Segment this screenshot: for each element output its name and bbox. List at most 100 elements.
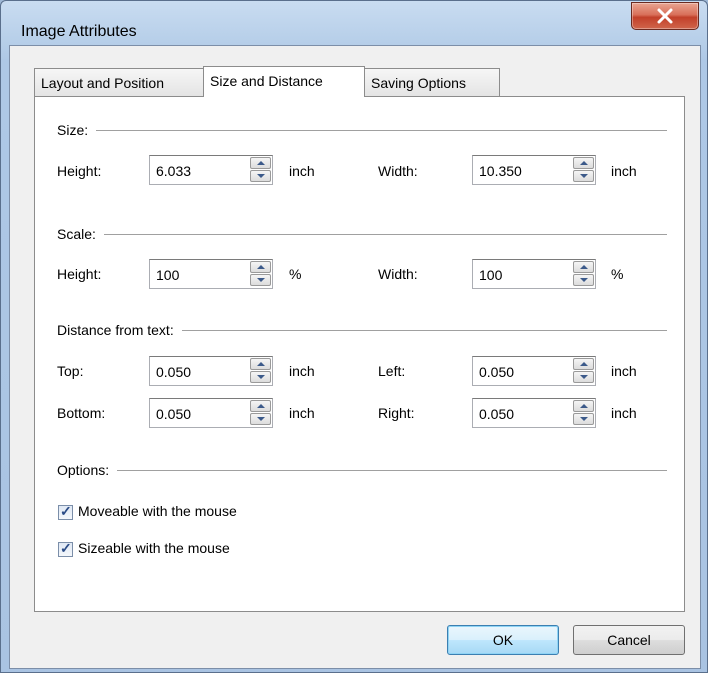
spin-down-icon [257,278,265,282]
distance-right-label: Right: [378,405,415,421]
scale-width-spinner[interactable]: 100 [472,259,596,289]
spin-down-button[interactable] [250,371,271,383]
scale-height-unit: % [289,266,302,282]
tab-layout-and-position[interactable]: Layout and Position [34,68,204,96]
distance-bottom-value[interactable]: 0.050 [156,406,191,422]
spin-buttons [250,157,271,183]
tab-label: Saving Options [371,75,466,91]
spin-up-icon [580,161,588,165]
spin-down-icon [580,278,588,282]
spin-down-button[interactable] [573,371,594,383]
size-width-unit: inch [611,163,637,179]
size-height-unit: inch [289,163,315,179]
distance-top-spinner[interactable]: 0.050 [149,356,273,386]
spin-up-icon [257,362,265,366]
ok-button[interactable]: OK [447,625,559,655]
distance-top-unit: inch [289,363,315,379]
spin-down-icon [580,375,588,379]
spin-up-icon [580,404,588,408]
scale-height-label: Height: [57,266,102,282]
tab-size-and-distance[interactable]: Size and Distance [203,66,365,97]
moveable-label[interactable]: Moveable with the mouse [78,503,237,519]
size-height-value[interactable]: 6.033 [156,163,191,179]
distance-top-label: Top: [57,363,84,379]
spin-up-button[interactable] [573,358,594,370]
spin-down-icon [257,174,265,178]
scale-width-label: Width: [378,266,418,282]
distance-right-unit: inch [611,405,637,421]
dialog-client-area: Layout and Position Size and Distance Sa… [9,45,701,669]
spin-buttons [250,358,271,384]
spin-buttons [573,261,594,287]
spin-up-button[interactable] [250,400,271,412]
spin-up-button[interactable] [573,261,594,273]
spin-down-button[interactable] [250,413,271,425]
distance-left-spinner[interactable]: 0.050 [472,356,596,386]
distance-left-unit: inch [611,363,637,379]
distance-right-value[interactable]: 0.050 [479,406,514,422]
size-width-label: Width: [378,163,418,179]
spin-up-icon [257,161,265,165]
spin-down-icon [257,375,265,379]
tab-panel-size-and-distance: Size: Height: 6.033 inch Width: 10.350 i… [34,96,685,612]
distance-top-value[interactable]: 0.050 [156,364,191,380]
group-divider [57,470,667,471]
distance-bottom-spinner[interactable]: 0.050 [149,398,273,428]
spin-up-icon [257,265,265,269]
close-icon [657,8,673,24]
spin-up-button[interactable] [573,400,594,412]
scale-group-label: Scale: [57,226,104,242]
size-height-label: Height: [57,163,102,179]
title-bar[interactable]: Image Attributes [1,1,707,45]
scale-height-spinner[interactable]: 100 [149,259,273,289]
cancel-button[interactable]: Cancel [573,625,685,655]
spin-up-button[interactable] [573,157,594,169]
moveable-checkbox[interactable]: ✓ [58,503,73,520]
sizeable-label[interactable]: Sizeable with the mouse [78,540,230,556]
spin-up-icon [257,404,265,408]
moveable-checkbox-row[interactable]: ✓ Moveable with the mouse [58,503,318,523]
spin-up-button[interactable] [250,261,271,273]
spin-down-button[interactable] [250,170,271,182]
tab-saving-options[interactable]: Saving Options [364,68,500,96]
distance-bottom-label: Bottom: [57,405,106,421]
close-button[interactable] [631,2,699,30]
spin-down-icon [257,417,265,421]
sizeable-checkbox-row[interactable]: ✓ Sizeable with the mouse [58,540,318,560]
group-divider [57,130,667,131]
spin-down-button[interactable] [250,274,271,286]
tab-label: Layout and Position [41,75,164,91]
size-height-spinner[interactable]: 6.033 [149,155,273,185]
size-width-spinner[interactable]: 10.350 [472,155,596,185]
distance-right-spinner[interactable]: 0.050 [472,398,596,428]
distance-group-label: Distance from text: [57,322,182,338]
distance-left-label: Left: [378,363,406,379]
spin-buttons [250,400,271,426]
distance-left-value[interactable]: 0.050 [479,364,514,380]
check-icon: ✓ [60,540,72,556]
window-title: Image Attributes [21,23,137,40]
spin-down-button[interactable] [573,274,594,286]
options-group-label: Options: [57,462,118,478]
scale-height-value[interactable]: 100 [156,267,179,283]
size-width-value[interactable]: 10.350 [479,163,522,179]
check-icon: ✓ [60,503,72,519]
tab-label: Size and Distance [210,73,323,89]
spin-buttons [250,261,271,287]
spin-up-button[interactable] [250,157,271,169]
spin-buttons [573,157,594,183]
spin-up-icon [580,362,588,366]
group-divider [57,234,667,235]
spin-buttons [573,400,594,426]
spin-down-button[interactable] [573,413,594,425]
scale-width-unit: % [611,266,624,282]
dialog-window: Image Attributes Layout and Position Siz… [0,0,708,673]
sizeable-checkbox[interactable]: ✓ [58,540,73,557]
spin-down-icon [580,417,588,421]
distance-bottom-unit: inch [289,405,315,421]
spin-up-button[interactable] [250,358,271,370]
size-group-label: Size: [57,122,97,138]
scale-width-value[interactable]: 100 [479,267,502,283]
spin-up-icon [580,265,588,269]
spin-down-button[interactable] [573,170,594,182]
